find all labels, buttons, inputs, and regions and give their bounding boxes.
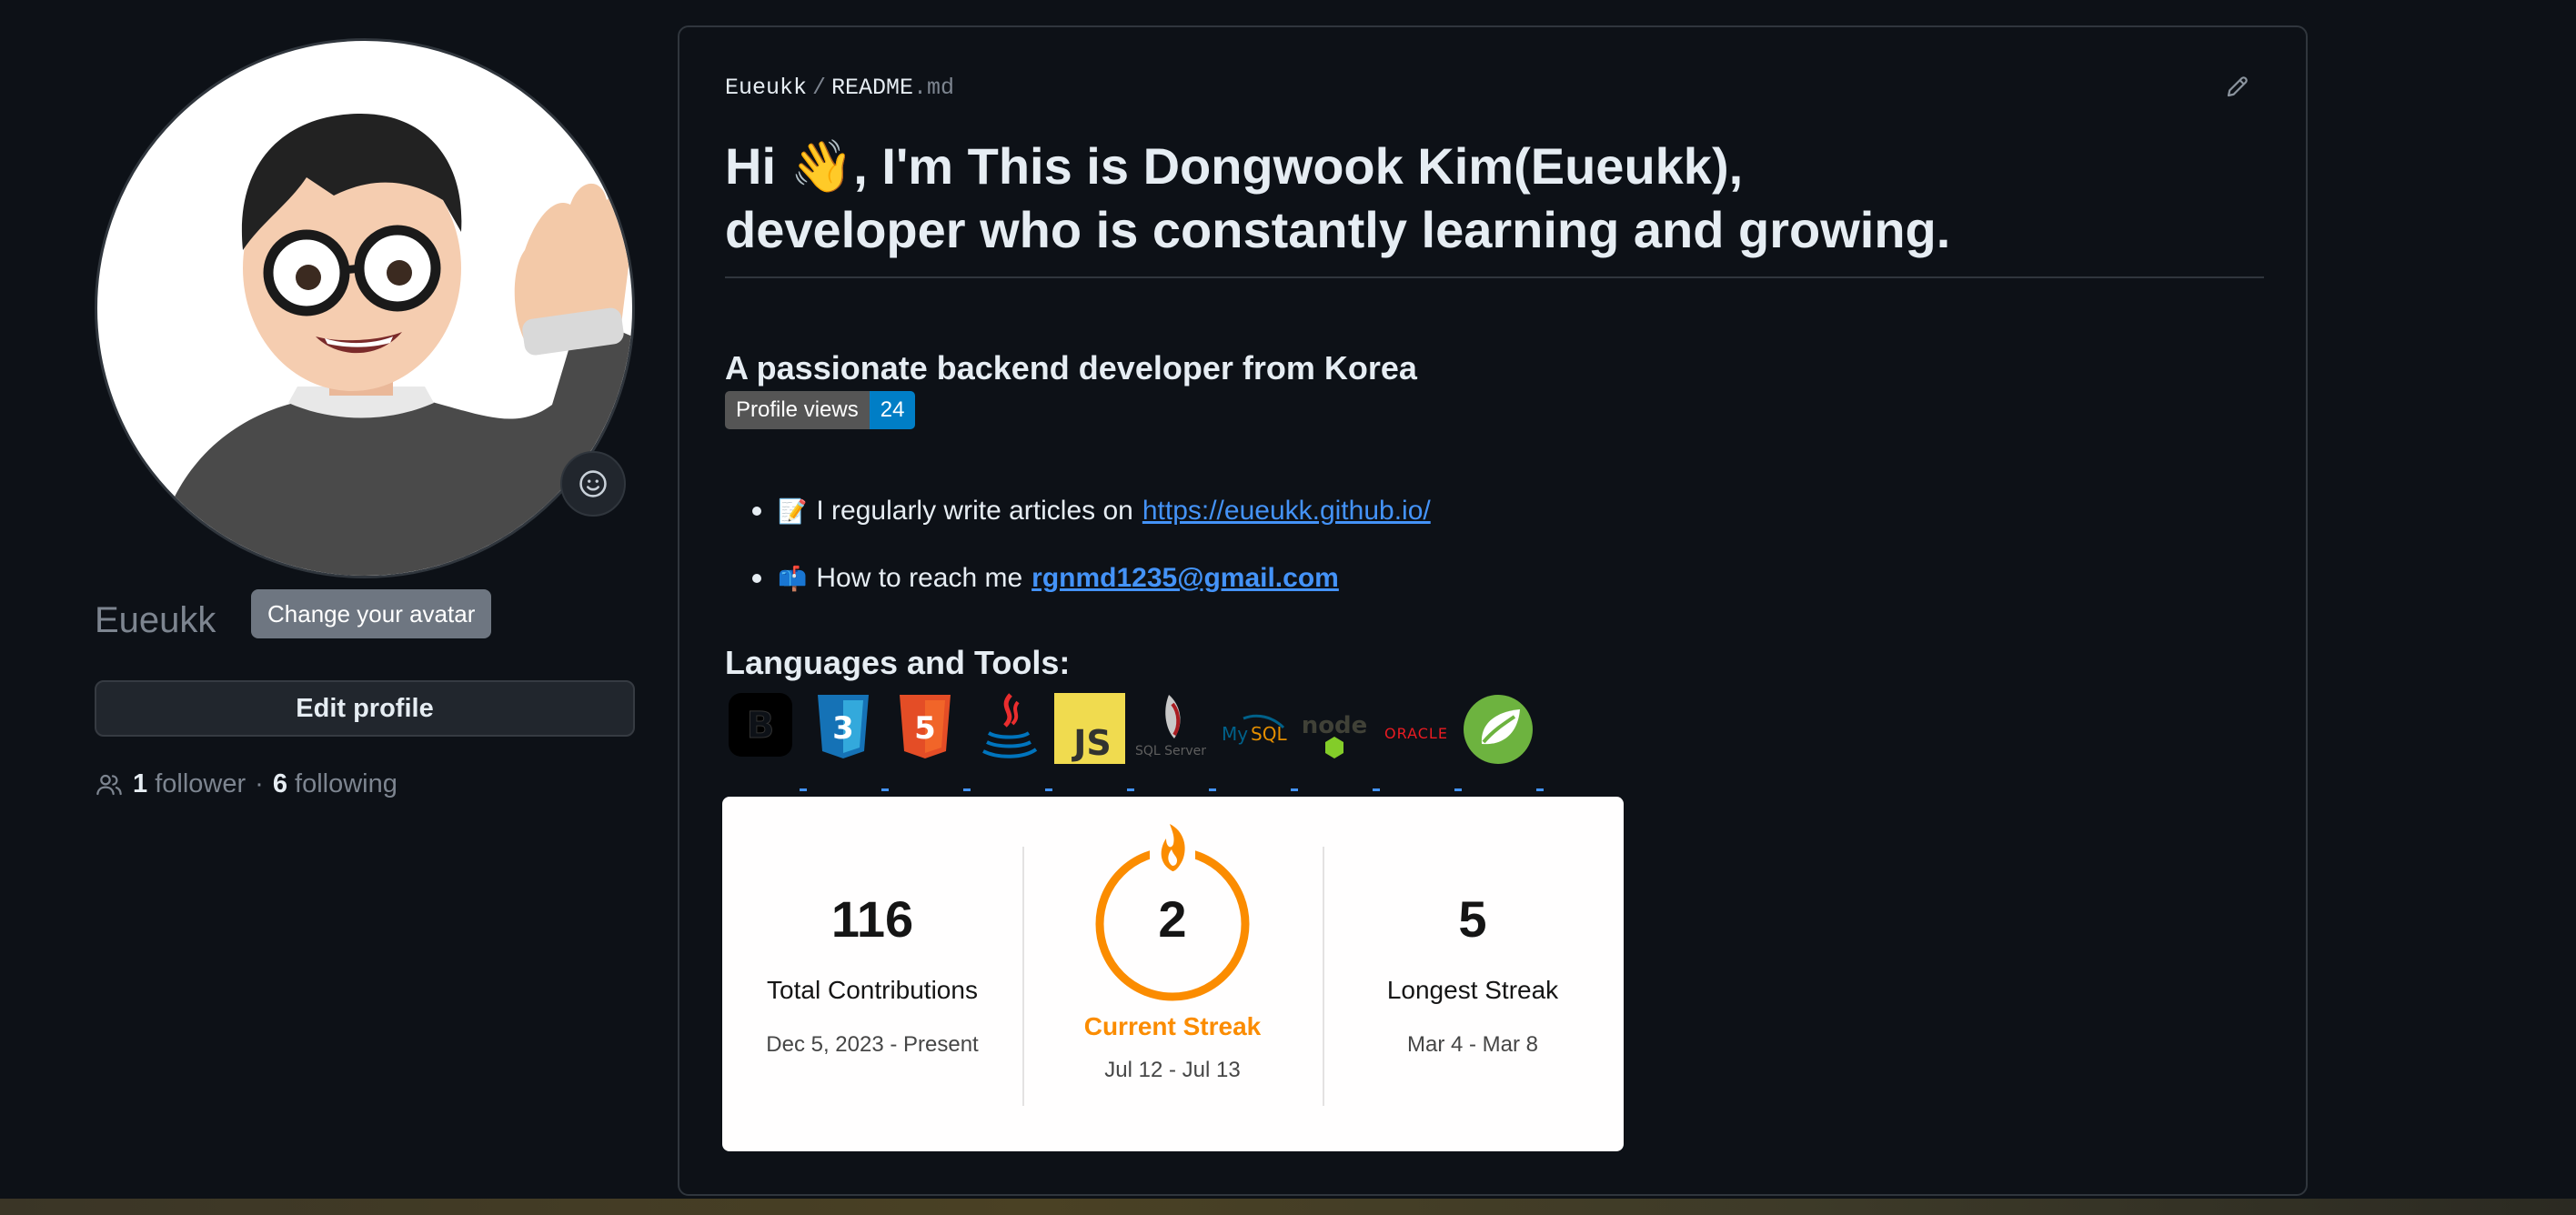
oracle-link[interactable]: ORACLE <box>1380 686 1462 791</box>
blog-link[interactable]: https://eueukk.github.io/ <box>1142 496 1431 527</box>
badge-label: Profile views <box>725 391 870 429</box>
tool-link-underline <box>963 788 971 791</box>
current-streak-column: 2 Current Streak Jul 12 - Jul 13 <box>1022 797 1323 1083</box>
total-contributions-value: 116 <box>830 890 914 948</box>
oracle-icon: ORACLE <box>1384 725 1448 742</box>
readme-filename[interactable]: README <box>831 75 913 101</box>
email-link[interactable]: rgnmd1235@gmail.com <box>1031 563 1339 594</box>
followers-count: 1 <box>133 769 148 798</box>
longest-streak-label: Longest Streak <box>1386 976 1559 1004</box>
following-label: following <box>295 769 397 798</box>
mailbox-emoji-icon: 📫 <box>778 564 808 592</box>
set-status-button[interactable] <box>560 451 626 517</box>
pencil-icon <box>2227 76 2248 97</box>
tool-link-underline <box>1291 788 1298 791</box>
svg-text:3: 3 <box>832 710 854 747</box>
mssql-link[interactable]: SQL Server <box>1134 686 1216 791</box>
avatar[interactable] <box>95 38 635 578</box>
memo-emoji-icon: 📝 <box>778 497 808 525</box>
memoji-avatar-image <box>152 114 632 576</box>
breadcrumb-separator: / <box>812 75 827 101</box>
smiley-icon <box>579 470 607 497</box>
heading-divider <box>725 276 2264 278</box>
bullet-dot <box>752 574 761 583</box>
javascript-icon: JS <box>1054 693 1125 764</box>
current-streak-value: 2 <box>1158 890 1187 948</box>
current-streak-range: Jul 12 - Jul 13 <box>1104 1058 1241 1082</box>
list-item: 📝 I regularly write articles on https://… <box>725 491 1431 531</box>
total-contributions-range: Dec 5, 2023 - Present <box>766 1032 979 1057</box>
github-streak-card: 116 Total Contributions Dec 5, 2023 - Pr… <box>722 797 1624 1151</box>
tools-icon-row: B 3 5 JS SQL Server My SQL node ORACLE <box>725 686 1544 791</box>
nodejs-icon: node <box>1302 712 1368 758</box>
profile-views-badge: Profile views 24 <box>725 391 916 429</box>
badge-value: 24 <box>869 391 916 429</box>
nodejs-link[interactable]: node <box>1298 686 1380 791</box>
html5-link[interactable]: 5 <box>889 686 971 791</box>
longest-streak-column: 5 Longest Streak Mar 4 - Mar 8 <box>1323 797 1623 1058</box>
spring-icon <box>1464 695 1533 764</box>
avatar-container[interactable] <box>95 38 635 578</box>
svg-text:node: node <box>1302 712 1368 739</box>
longest-streak-value: 5 <box>1458 890 1487 948</box>
followers-link[interactable]: 1 follower <box>133 769 246 799</box>
desktop-dock-strip <box>0 1199 2576 1215</box>
bullet-text: How to reach me <box>816 563 1023 593</box>
svg-text:My: My <box>1222 723 1248 745</box>
readme-heading-line2: developer who is constantly learning and… <box>725 201 1951 258</box>
css3-link[interactable]: 3 <box>807 686 889 791</box>
readme-owner-link[interactable]: Eueukk <box>725 75 807 101</box>
svg-text:5: 5 <box>914 710 936 747</box>
total-contributions-column: 116 Total Contributions Dec 5, 2023 - Pr… <box>722 797 1022 1058</box>
followers-label: follower <box>155 769 247 798</box>
tools-heading: Languages and Tools: <box>725 644 1071 681</box>
mysql-link[interactable]: My SQL <box>1216 686 1298 791</box>
current-streak-label: Current Streak <box>1083 1012 1262 1040</box>
readme-breadcrumb: Eueukk / README.md <box>725 75 954 101</box>
bootstrap-icon: B <box>729 693 792 757</box>
readme-subtitle: A passionate backend developer from Kore… <box>725 349 1417 387</box>
java-link[interactable] <box>971 686 1052 791</box>
tool-link-underline <box>881 788 889 791</box>
follow-stats: 1 follower · 6 following <box>95 769 397 799</box>
follow-separator: · <box>255 769 264 798</box>
tool-link-underline <box>1373 788 1380 791</box>
tool-link-underline <box>1536 788 1544 791</box>
readme-heading-line1: Hi 👋, I'm This is Dongwook Kim(Eueukk), <box>725 137 1744 195</box>
javascript-link[interactable]: JS <box>1052 686 1134 791</box>
tool-link-underline <box>800 788 807 791</box>
following-link[interactable]: 6 following <box>273 769 397 799</box>
longest-streak-range: Mar 4 - Mar 8 <box>1406 1032 1539 1057</box>
following-count: 6 <box>272 769 287 798</box>
bullet-text: I regularly write articles on <box>816 496 1133 526</box>
list-item: 📫 How to reach me rgnmd1235@gmail.com <box>725 558 1431 598</box>
readme-extension: .md <box>913 75 955 101</box>
svg-text:ORACLE: ORACLE <box>1384 725 1448 742</box>
mssql-icon: SQL Server <box>1135 695 1206 758</box>
edit-profile-button[interactable]: Edit profile <box>95 680 635 737</box>
svg-text:B: B <box>747 705 775 747</box>
java-icon <box>982 693 1038 758</box>
css3-icon: 3 <box>818 695 869 758</box>
mysql-icon: My SQL <box>1222 714 1287 745</box>
spring-link[interactable] <box>1462 686 1544 791</box>
tool-link-underline <box>1209 788 1216 791</box>
readme-heading: Hi 👋, I'm This is Dongwook Kim(Eueukk), … <box>725 135 2271 262</box>
change-avatar-tooltip: Change your avatar <box>251 589 492 638</box>
bootstrap-link[interactable]: B <box>725 686 807 791</box>
svg-text:JS: JS <box>1071 723 1112 763</box>
total-contributions-label: Total Contributions <box>767 976 978 1004</box>
edit-readme-button[interactable] <box>2224 73 2251 105</box>
html5-icon: 5 <box>900 695 951 758</box>
people-icon <box>96 774 122 795</box>
svg-text:SQL: SQL <box>1251 723 1287 745</box>
profile-username: Eueukk <box>95 600 216 640</box>
tool-link-underline <box>1127 788 1134 791</box>
readme-bullet-list: 📝 I regularly write articles on https://… <box>725 491 1431 626</box>
tool-link-underline <box>1454 788 1462 791</box>
svg-text:SQL Server: SQL Server <box>1135 744 1206 758</box>
tool-link-underline <box>1045 788 1052 791</box>
bullet-dot <box>752 507 761 516</box>
